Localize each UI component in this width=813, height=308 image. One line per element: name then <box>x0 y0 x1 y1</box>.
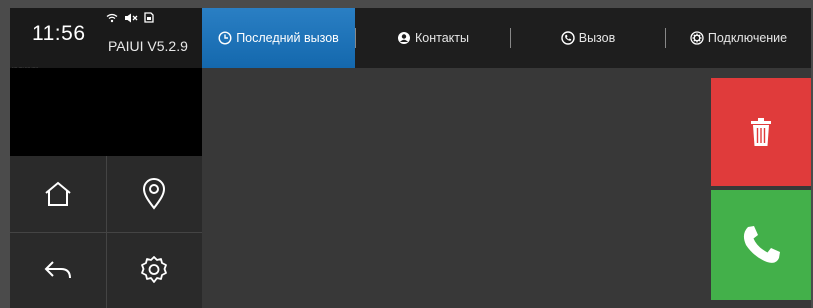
call-button[interactable] <box>711 190 811 300</box>
tab-connection[interactable]: Подключение <box>666 8 811 68</box>
delete-button[interactable] <box>711 78 811 186</box>
phone-icon <box>743 226 780 263</box>
home-icon <box>45 181 71 206</box>
top-border <box>0 0 813 8</box>
location-icon <box>142 178 166 210</box>
status-panel: 11:56 PAIUI V5.2.9 <box>10 8 202 68</box>
nav-grid <box>10 156 202 308</box>
settings-button[interactable] <box>106 232 202 308</box>
tab-label: Последний вызов <box>236 31 339 45</box>
tab-call[interactable]: Вызов <box>511 8 665 68</box>
version-label: PAIUI V5.2.9 <box>108 38 188 54</box>
clock-icon <box>218 31 232 45</box>
back-icon <box>44 261 71 279</box>
left-border <box>0 0 10 308</box>
back-button[interactable] <box>10 232 106 308</box>
phone-icon <box>561 31 575 45</box>
tab-label: Контакты <box>415 31 469 45</box>
app-window: 11:56 PAIUI V5.2.9 ···· ···· ···· ····· … <box>0 0 813 308</box>
tab-label: Вызов <box>578 31 616 45</box>
tab-bar: Последний вызов Контакты Вызов Подключен… <box>202 8 811 68</box>
contact-icon <box>398 32 410 44</box>
video-preview: ···· ···· ···· ····· <box>10 65 202 156</box>
sd-card-icon <box>144 12 154 23</box>
location-button[interactable] <box>106 156 202 232</box>
trash-icon <box>751 118 771 146</box>
clock: 11:56 <box>32 22 86 45</box>
speaker-muted-icon <box>124 13 138 23</box>
preview-caption: ···· ···· ···· ····· <box>12 65 38 70</box>
tab-contacts[interactable]: Контакты <box>356 8 510 68</box>
tab-recent-calls[interactable]: Последний вызов <box>202 8 355 68</box>
gear-icon <box>690 31 704 45</box>
tab-label: Подключение <box>707 31 788 45</box>
wifi-icon <box>106 13 118 23</box>
status-icons <box>106 12 154 23</box>
settings-icon <box>141 256 167 283</box>
home-button[interactable] <box>10 156 106 232</box>
